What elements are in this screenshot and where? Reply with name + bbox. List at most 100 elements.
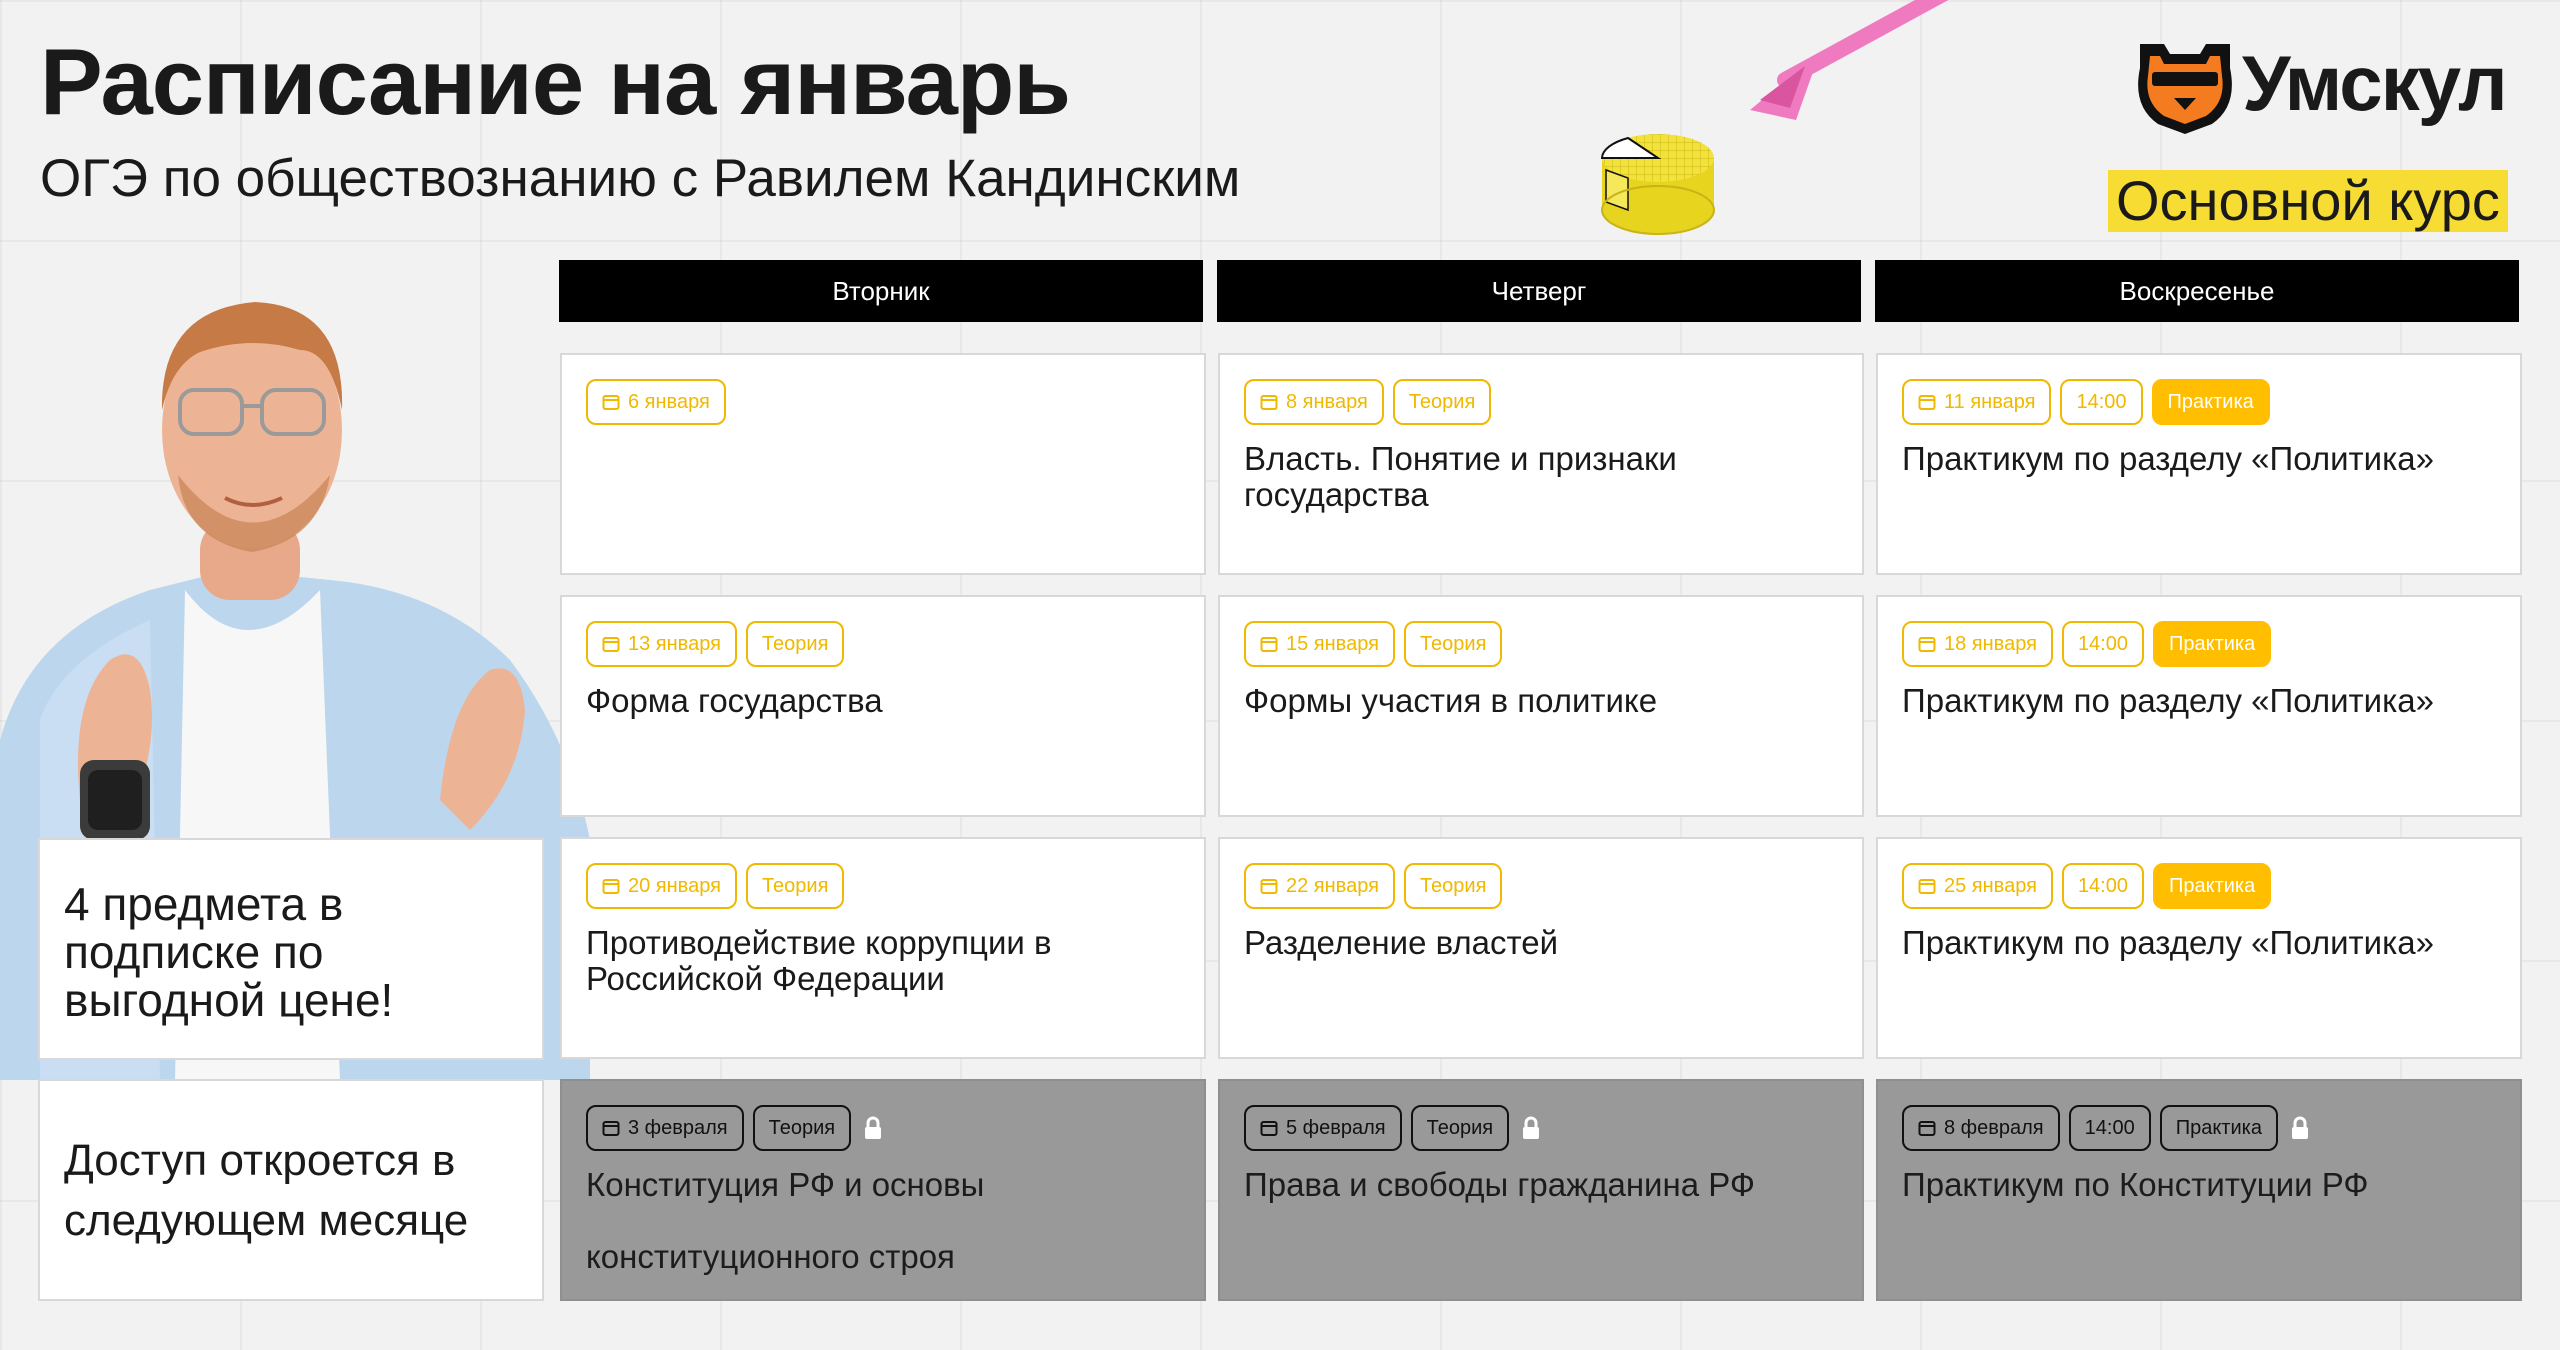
calendar-icon — [1918, 1121, 1936, 1136]
lesson-tags: 25 января 14:00 Практика — [1902, 863, 2272, 909]
time-tag: 14:00 — [2060, 379, 2143, 425]
lesson-tags: 15 января Теория — [1244, 621, 1503, 667]
lesson-title: Конституция РФ и основы конституционного… — [586, 1166, 985, 1275]
calendar-icon — [1918, 637, 1936, 652]
course-badge: Основной курс — [2108, 170, 2508, 232]
calendar-icon — [602, 1121, 620, 1136]
date-tag: 3 февраля — [586, 1105, 744, 1151]
date-label: 18 января — [1944, 632, 2037, 655]
lesson-card[interactable]: 8 января Теория Власть. Понятие и признаки… — [1218, 353, 1864, 575]
date-tag: 8 января — [1244, 379, 1384, 425]
access-text: Доступ откроется в следующем месяце — [64, 1136, 469, 1245]
locked-lesson-card: 5 февраля Теория Права и свободы гражданин… — [1218, 1079, 1864, 1301]
calendar-icon — [1918, 395, 1936, 410]
lesson-tags: 6 января — [586, 379, 726, 425]
calendar-icon — [1260, 395, 1278, 410]
lesson-tags: 18 января 14:00 Практика — [1902, 621, 2272, 667]
lesson-card[interactable]: 25 января 14:00 Практика Практикум по разде… — [1876, 837, 2522, 1059]
lesson-tags: 13 января Теория — [586, 621, 845, 667]
lesson-tags: 3 февраля Теория — [586, 1105, 884, 1151]
date-label: 6 января — [628, 390, 710, 413]
type-tag: Практика — [2151, 379, 2270, 425]
date-tag: 8 февраля — [1902, 1105, 2060, 1151]
locked-lesson-card: 8 февраля 14:00 Практика Практикум по Конст… — [1876, 1079, 2522, 1301]
pie-chart-3d-icon — [1600, 134, 1715, 235]
type-tag: Теория — [1403, 621, 1503, 667]
date-label: 11 января — [1944, 390, 2036, 413]
date-tag: 5 февраля — [1244, 1105, 1402, 1151]
date-label: 15 января — [1286, 632, 1379, 655]
lesson-card[interactable]: 11 января 14:00 Практика Практикум по разде… — [1876, 353, 2522, 575]
lesson-tags: 20 января Теория — [586, 863, 845, 909]
type-tag: Практика — [2153, 621, 2272, 667]
brand-logo: Умскул — [2130, 36, 2530, 136]
locked-lesson-card: 3 февраля Теория Конституция РФ и основы к… — [560, 1079, 1206, 1301]
type-tag: Теория — [1392, 379, 1492, 425]
page-subtitle: ОГЭ по обществознанию с Равилем Кандинск… — [40, 149, 1241, 208]
lesson-card[interactable]: 20 января Теория Противодействие коррупции… — [560, 837, 1206, 1059]
date-label: 20 января — [628, 874, 721, 897]
date-label: 13 января — [628, 632, 721, 655]
type-tag: Теория — [745, 621, 845, 667]
lesson-card[interactable]: 22 января Теория Разделение властей — [1218, 837, 1864, 1059]
type-tag: Теория — [1410, 1105, 1510, 1151]
calendar-icon — [1260, 637, 1278, 652]
date-label: 22 января — [1286, 874, 1379, 897]
promo-text: 4 предмета в подписке по выгодной цене! — [64, 878, 394, 1026]
lesson-title: Власть. Понятие и признаки государства — [1244, 440, 1677, 513]
access-card: Доступ откроется в следующем месяце — [38, 1079, 544, 1301]
date-label: 5 февраля — [1286, 1116, 1386, 1139]
lock-icon — [865, 1116, 882, 1139]
brand-name: Умскул — [2242, 39, 2508, 127]
lesson-title: Разделение властей — [1244, 924, 1559, 961]
calendar-icon — [1918, 879, 1936, 894]
date-tag: 20 января — [586, 863, 737, 909]
calendar-icon — [602, 879, 620, 894]
lock-icon — [1523, 1116, 1540, 1139]
lesson-card[interactable]: 18 января 14:00 Практика Практикум по разде… — [1876, 595, 2522, 817]
date-tag: 15 января — [1244, 621, 1395, 667]
date-tag: 6 января — [586, 379, 726, 425]
date-tag: 13 января — [586, 621, 737, 667]
lesson-title: Противодействие коррупции в Российской Ф… — [586, 924, 1052, 997]
day-header: Вторник — [559, 260, 1203, 322]
type-tag: Практика — [2159, 1105, 2278, 1151]
calendar-icon — [602, 395, 620, 410]
day-header: Воскресенье — [1875, 260, 2519, 322]
type-tag: Теория — [745, 863, 845, 909]
pink-arrow-icon — [1750, 0, 1949, 120]
calendar-icon — [1260, 1121, 1278, 1136]
lesson-tags: 22 января Теория — [1244, 863, 1503, 909]
type-tag: Теория — [1403, 863, 1503, 909]
lesson-title: Практикум по Конституции РФ — [1902, 1166, 2369, 1203]
bear-icon — [2138, 44, 2232, 134]
lesson-title: Практикум по разделу «Политика» — [1902, 682, 2434, 719]
lesson-card[interactable]: 13 января Теория Форма государства — [560, 595, 1206, 817]
lesson-tags: 11 января 14:00 Практика — [1902, 379, 2270, 425]
lesson-tags: 5 февраля Теория — [1244, 1105, 1542, 1151]
date-label: 3 февраля — [628, 1116, 728, 1139]
lock-icon — [2291, 1116, 2308, 1139]
lesson-title: Практикум по разделу «Политика» — [1902, 440, 2434, 477]
lesson-card[interactable]: 15 января Теория Формы участия в политике — [1218, 595, 1864, 817]
date-tag: 22 января — [1244, 863, 1395, 909]
page-title: Расписание на январь — [40, 29, 1071, 134]
lesson-tags: 8 января Теория — [1244, 379, 1492, 425]
date-tag: 18 января — [1902, 621, 2053, 667]
lesson-title: Практикум по разделу «Политика» — [1902, 924, 2434, 961]
time-tag: 14:00 — [2061, 863, 2144, 909]
type-tag: Практика — [2153, 863, 2272, 909]
date-label: 25 января — [1944, 874, 2037, 897]
lesson-tags: 8 февраля 14:00 Практика — [1902, 1105, 2311, 1151]
calendar-icon — [602, 637, 620, 652]
lesson-card[interactable]: 6 января — [560, 353, 1206, 575]
date-label: 8 февраля — [1944, 1116, 2044, 1139]
time-tag: 14:00 — [2061, 621, 2144, 667]
lesson-title: Права и свободы гражданина РФ — [1244, 1166, 1755, 1203]
type-tag: Теория — [752, 1105, 852, 1151]
time-tag: 14:00 — [2068, 1105, 2151, 1151]
lesson-title: Формы участия в политике — [1244, 682, 1658, 719]
promo-card[interactable]: 4 предмета в подписке по выгодной цене! — [38, 838, 544, 1060]
calendar-icon — [1260, 879, 1278, 894]
date-label: 8 января — [1286, 390, 1368, 413]
